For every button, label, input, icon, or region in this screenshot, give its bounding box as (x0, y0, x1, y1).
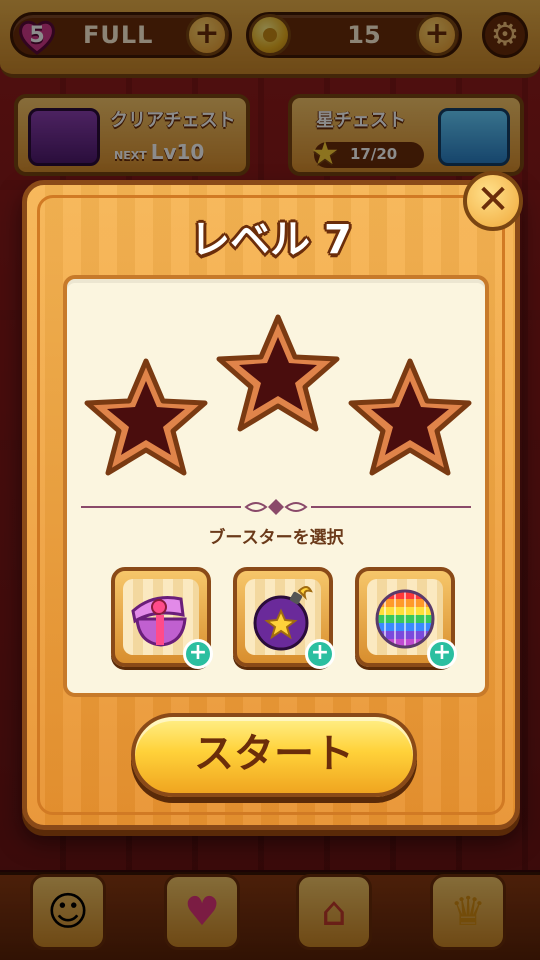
add-booster-icon: + (183, 639, 213, 669)
booster-select-label: ブースターを選択 (208, 528, 344, 548)
disco-ball-booster-button[interactable]: + (355, 567, 457, 669)
start-button[interactable]: スタート (131, 713, 417, 797)
level-info-panel: ブースターを選択 + + + (63, 275, 489, 697)
add-booster-icon: + (305, 639, 335, 669)
empty-star-3 (348, 358, 472, 476)
level-start-dialog: レベル 7 ✕ ブースターを選択 + + + スタート (22, 171, 523, 830)
empty-star-2 (216, 314, 340, 432)
close-icon: ✕ (476, 177, 510, 223)
ornament-divider (81, 499, 471, 515)
gift-box-booster-button[interactable]: + (111, 567, 213, 669)
empty-star-1 (84, 358, 208, 476)
level-title: レベル 7 (190, 217, 352, 263)
add-booster-icon: + (427, 639, 457, 669)
bomb-booster-button[interactable]: + (233, 567, 335, 669)
close-button[interactable]: ✕ (463, 171, 523, 231)
